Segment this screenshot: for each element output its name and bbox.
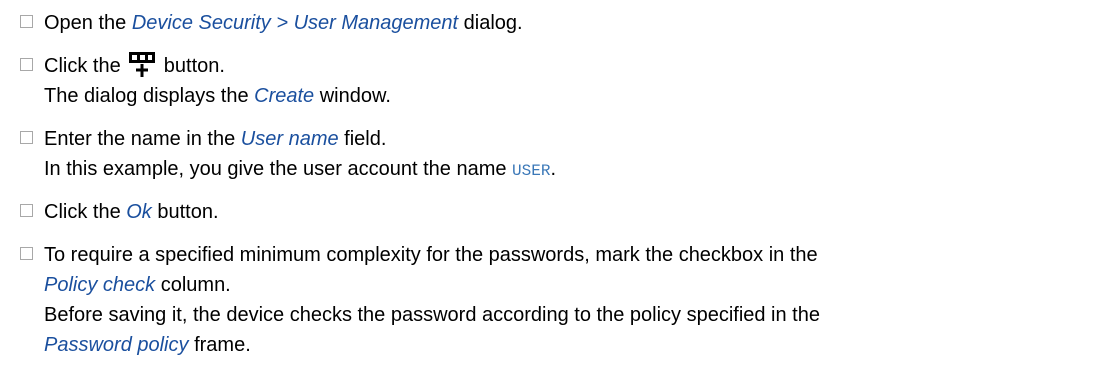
step-4: Click the Ok button. xyxy=(18,197,1088,227)
step-checkbox[interactable] xyxy=(20,58,33,71)
step-line: Open the Device Security > User Manageme… xyxy=(44,8,1088,38)
step-line: In this example, you give the user accou… xyxy=(44,154,1088,184)
step-checkbox[interactable] xyxy=(20,204,33,217)
step-3: Enter the name in the User name field. I… xyxy=(18,124,1088,184)
step-line: Policy check column. xyxy=(44,270,1088,300)
text: To require a specified minimum complexit… xyxy=(44,244,818,266)
text: The dialog displays the xyxy=(44,85,255,107)
button-name: Ok xyxy=(126,201,152,223)
step-line: Before saving it, the device checks the … xyxy=(44,300,1088,330)
step-line: Password policy frame. xyxy=(44,330,1088,360)
step-checkbox[interactable] xyxy=(20,131,33,144)
text: column. xyxy=(155,274,231,296)
code-value: USER xyxy=(512,162,551,180)
step-line: To require a specified minimum complexit… xyxy=(44,240,1088,270)
step-checkbox[interactable] xyxy=(20,247,33,260)
text: frame. xyxy=(188,334,251,356)
step-5: To require a specified minimum complexit… xyxy=(18,240,1088,360)
text: dialog. xyxy=(458,12,523,34)
step-2: Click the button. The dialog displays th… xyxy=(18,51,1088,111)
text: button. xyxy=(151,201,219,223)
text: Open the xyxy=(44,12,132,34)
add-table-row-icon xyxy=(127,52,157,78)
step-1: Open the Device Security > User Manageme… xyxy=(18,8,1088,38)
text: window. xyxy=(314,85,391,107)
step-line: Click the Ok button. xyxy=(44,197,1088,227)
column-name: Policy check xyxy=(44,274,156,296)
text: field. xyxy=(338,128,387,150)
step-line: Click the button. xyxy=(44,51,1088,81)
step-line: Enter the name in the User name field. xyxy=(44,124,1088,154)
text: Enter the name in the xyxy=(44,128,241,150)
text: In this example, you give the user accou… xyxy=(44,158,513,180)
step-checkbox[interactable] xyxy=(20,15,33,28)
instruction-steps: Open the Device Security > User Manageme… xyxy=(18,8,1088,360)
step-line: The dialog displays the Create window. xyxy=(44,81,1088,111)
window-name: Create xyxy=(254,85,315,107)
text: . xyxy=(550,158,557,180)
text: button. xyxy=(158,55,225,77)
text: Click the xyxy=(44,201,127,223)
dialog-path-link: Device Security > User Management xyxy=(131,12,459,34)
field-name: User name xyxy=(240,128,339,150)
frame-name: Password policy xyxy=(44,334,189,356)
text: Before saving it, the device checks the … xyxy=(44,304,820,326)
text: Click the xyxy=(44,55,127,77)
